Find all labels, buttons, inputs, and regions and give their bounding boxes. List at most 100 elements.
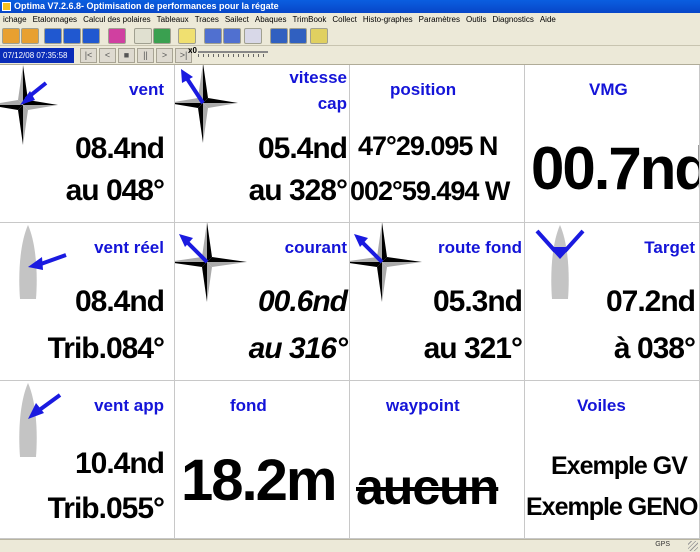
fond-value: 18.2m: [181, 448, 337, 513]
menu-tableaux[interactable]: Tableaux: [154, 13, 192, 26]
toolbar-button-9[interactable]: [178, 28, 196, 44]
menu-diagnostics[interactable]: Diagnostics: [489, 13, 536, 26]
vent-app-speed: 10.4nd: [74, 447, 165, 480]
cell-target[interactable]: Target 07.2nd à 038°: [525, 223, 700, 381]
menu-histo-graphes[interactable]: Histo-graphes: [360, 13, 416, 26]
toolbar-button-7[interactable]: [134, 28, 152, 44]
voiles-mainsail: Exemple GV: [551, 452, 688, 480]
target-angle: à 038°: [613, 332, 696, 365]
pause-button[interactable]: ||: [137, 48, 154, 63]
playback-bar: 07/12/08 07:35:58 |< < ■ || > >| x0: [0, 46, 700, 65]
menu-aide[interactable]: Aide: [537, 13, 559, 26]
cell-waypoint[interactable]: waypoint aucun: [350, 381, 525, 539]
route-fond-label: route fond: [437, 238, 522, 257]
instrument-grid: vent 08.4nd au 048° vitesse cap 05.4nd a…: [0, 65, 700, 539]
vitesse-label: vitesse: [289, 68, 347, 87]
toolbar: [0, 26, 700, 46]
vmg-label: VMG: [589, 80, 628, 99]
courant-label: courant: [284, 238, 347, 257]
menu-collect[interactable]: Collect: [329, 13, 359, 26]
menu-etalonnages[interactable]: Etalonnages: [30, 13, 80, 26]
compass-rose-icon: [350, 223, 422, 302]
boat-silhouette-icon: [19, 383, 62, 457]
position-latitude: 47°29.095 N: [358, 131, 498, 161]
prev-button[interactable]: <: [99, 48, 116, 63]
toolbar-button-13[interactable]: [270, 28, 288, 44]
toolbar-button-6[interactable]: [108, 28, 126, 44]
menu-abaques[interactable]: Abaques: [252, 13, 290, 26]
route-fond-heading: au 321°: [423, 332, 523, 365]
courant-direction: au 316°: [248, 332, 348, 365]
toolbar-button-11[interactable]: [223, 28, 241, 44]
status-bar: GPS: [0, 539, 700, 552]
menu-parametres[interactable]: Paramètres: [416, 13, 463, 26]
position-longitude: 002°59.494 W: [350, 176, 510, 206]
cell-vitesse-cap[interactable]: vitesse cap 05.4nd au 328°: [175, 65, 350, 223]
menu-trimbook[interactable]: TrimBook: [289, 13, 329, 26]
cell-route-fond[interactable]: route fond 05.3nd au 321°: [350, 223, 525, 381]
toolbar-button-8[interactable]: [153, 28, 171, 44]
boat-silhouette-icon: [19, 225, 67, 299]
fond-label: fond: [230, 396, 267, 415]
menu-traces[interactable]: Traces: [192, 13, 222, 26]
cell-courant[interactable]: courant 00.6nd au 316°: [175, 223, 350, 381]
menu-sailect[interactable]: Sailect: [222, 13, 252, 26]
voiles-label: Voiles: [577, 396, 626, 415]
menu-calcul-polaires[interactable]: Calcul des polaires: [80, 13, 154, 26]
vent-reel-label: vent réel: [94, 238, 164, 257]
datetime-display: 07/12/08 07:35:58: [0, 48, 74, 63]
vent-reel-speed: 08.4nd: [74, 285, 165, 318]
compass-rose-icon: [175, 65, 238, 143]
waypoint-value: aucun: [356, 459, 499, 515]
gps-status: GPS: [655, 541, 670, 548]
cell-vent[interactable]: vent 08.4nd au 048°: [0, 65, 175, 223]
toolbar-button-15[interactable]: [310, 28, 328, 44]
toolbar-button-4[interactable]: [63, 28, 81, 44]
toolbar-button-2[interactable]: [21, 28, 39, 44]
position-label: position: [390, 80, 457, 99]
cell-voiles[interactable]: Voiles Exemple GV Exemple GENOIS: [525, 381, 700, 539]
cell-vent-reel[interactable]: vent réel 08.4nd Trib.084°: [0, 223, 175, 381]
vitesse-heading: au 328°: [248, 174, 348, 207]
cap-label: cap: [317, 94, 347, 113]
cell-fond[interactable]: fond 18.2m: [175, 381, 350, 539]
boat-silhouette-icon: [535, 225, 585, 299]
vent-speed: 08.4nd: [74, 132, 165, 165]
cell-vent-app[interactable]: vent app 10.4nd Trib.055°: [0, 381, 175, 539]
menu-affichage[interactable]: ichage: [0, 13, 30, 26]
toolbar-button-14[interactable]: [289, 28, 307, 44]
speed-label: x0: [188, 46, 197, 55]
vent-direction: au 048°: [65, 174, 165, 207]
menu-outils[interactable]: Outils: [463, 13, 489, 26]
cell-position[interactable]: position 47°29.095 N 002°59.494 W: [350, 65, 525, 223]
toolbar-button-5[interactable]: [82, 28, 100, 44]
vent-app-angle: Trib.055°: [47, 492, 165, 525]
vmg-value: 00.7nd: [531, 135, 700, 202]
title-bar: Optima V7.2.6.8- Optimisation de perform…: [0, 0, 700, 13]
target-label: Target: [644, 238, 695, 257]
vent-label: vent: [129, 80, 164, 99]
voiles-headsail: Exemple GENOIS: [526, 493, 700, 521]
toolbar-button-3[interactable]: [44, 28, 62, 44]
stop-button[interactable]: ■: [118, 48, 135, 63]
app-icon: [2, 2, 11, 11]
menu-bar: ichage Etalonnages Calcul des polaires Tabl…: [0, 13, 700, 26]
courant-speed: 00.6nd: [257, 285, 348, 318]
first-button[interactable]: |<: [80, 48, 97, 63]
vitesse-speed: 05.4nd: [257, 132, 348, 165]
compass-rose-icon: [175, 223, 247, 302]
toolbar-button-1[interactable]: [2, 28, 20, 44]
toolbar-button-12[interactable]: [244, 28, 262, 44]
play-button[interactable]: >: [156, 48, 173, 63]
window-title: Optima V7.2.6.8- Optimisation de perform…: [14, 1, 279, 11]
vent-reel-angle: Trib.084°: [47, 332, 165, 365]
waypoint-label: waypoint: [386, 396, 460, 415]
vent-app-label: vent app: [94, 396, 164, 415]
compass-rose-icon: [0, 65, 58, 145]
toolbar-button-10[interactable]: [204, 28, 222, 44]
resize-grip-icon[interactable]: [688, 541, 698, 551]
cell-vmg[interactable]: VMG 00.7nd: [525, 65, 700, 223]
route-fond-speed: 05.3nd: [432, 285, 523, 318]
speed-slider[interactable]: [198, 51, 268, 57]
target-speed: 07.2nd: [605, 285, 696, 318]
